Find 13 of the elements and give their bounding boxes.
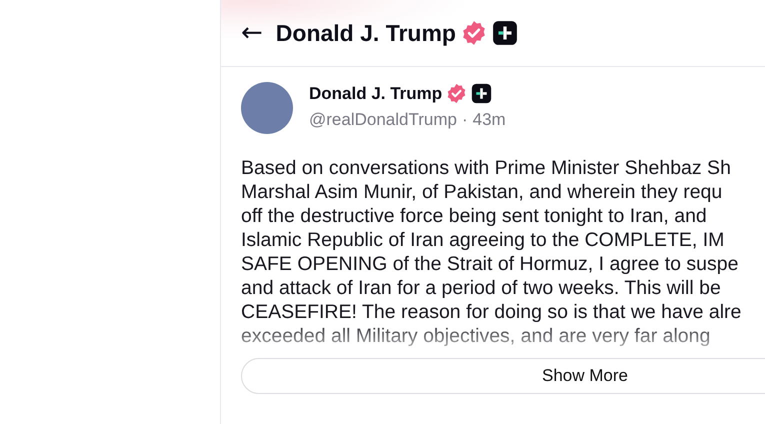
post-time[interactable]: 43m [472, 110, 506, 130]
author-handle[interactable]: @realDonaldTrump [309, 110, 457, 130]
verified-badge-icon [446, 83, 468, 104]
plus-badge-icon [492, 20, 518, 46]
author-name[interactable]: Donald J. Trump [309, 84, 442, 104]
post-text: Based on conversations with Prime Minister Shehbaz Sh Marshal Asim Munir, of Pakistan, and wherein they requ off the destructive force being sent tonight to Iran, and Islamic Republic of Iran agreeing to the COMPLETE, IM SAFE OPENING of the Strait of Hormuz, I agree to suspe and attack of Iran for a period of two weeks. This will be CEASEFIRE! The reason for doing so is that we have alre exceeded all Military objectives, and are very far along [241, 156, 742, 349]
verified-badge-icon [460, 20, 487, 46]
back-button[interactable]: ← [241, 18, 263, 48]
separator-dot: · [462, 110, 468, 130]
page-title: Donald J. Trump [276, 20, 456, 46]
avatar[interactable] [241, 82, 293, 134]
plus-badge-icon [471, 83, 492, 104]
show-more-button[interactable]: Show More [241, 358, 765, 394]
